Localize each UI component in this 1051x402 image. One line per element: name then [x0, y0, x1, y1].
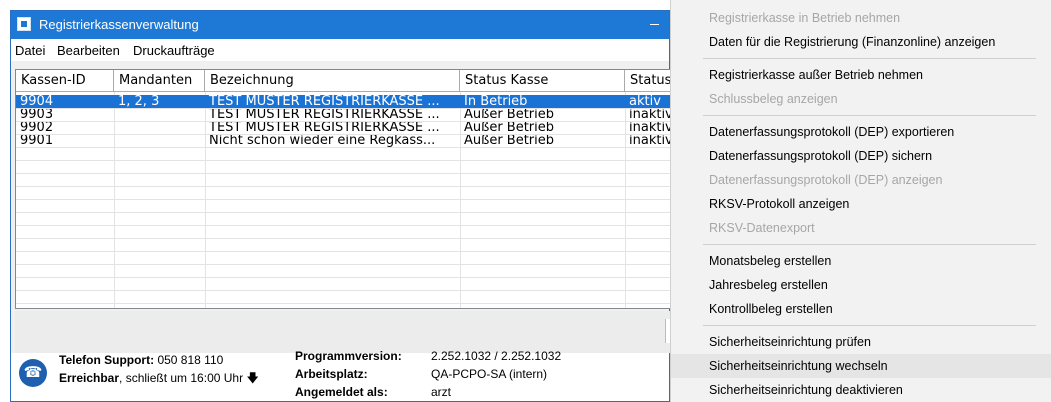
- table-cell[interactable]: inaktiv: [625, 121, 670, 134]
- table-cell[interactable]: 9901: [16, 134, 114, 147]
- row-gridline: [16, 186, 670, 187]
- menu-item[interactable]: Monatsbeleg erstellen: [671, 249, 1051, 273]
- menu-item: Schlussbeleg anzeigen: [709, 92, 838, 106]
- col-header-status-kasse[interactable]: Status Kasse: [460, 70, 625, 92]
- menu-item[interactable]: Jahresbeleg erstellen: [671, 273, 1051, 297]
- table-cell[interactable]: TEST MUSTER REGISTRIERKASSE ...: [205, 121, 460, 134]
- phone-label: Telefon Support:: [59, 353, 155, 367]
- menu-item[interactable]: Daten für die Registrierung (Finanzonlin…: [671, 30, 1051, 54]
- menu-datei[interactable]: Datei: [15, 43, 45, 58]
- table-cell[interactable]: Außer Betrieb: [460, 121, 625, 134]
- menu-item: Datenerfassungsprotokoll (DEP) anzeigen: [709, 173, 943, 187]
- table-cell[interactable]: aktiv: [625, 95, 670, 108]
- menu-item[interactable]: Sicherheitseinrichtung wechseln: [671, 354, 1051, 378]
- row-gridline: [16, 264, 670, 265]
- table-cell[interactable]: Nicht schon wieder eine Regkass...: [205, 134, 460, 147]
- table-cell[interactable]: Außer Betrieb: [460, 108, 625, 121]
- table-cell[interactable]: 9903: [16, 108, 114, 121]
- table-cell[interactable]: inaktiv: [625, 134, 670, 147]
- button-panel: [15, 311, 674, 353]
- menu-item[interactable]: Datenerfassungsprotokoll (DEP) exportier…: [671, 120, 1051, 144]
- support-phone-icon[interactable]: ☎: [19, 359, 47, 387]
- menu-separator: [703, 58, 1036, 59]
- workstation-value: QA-PCPO-SA (intern): [431, 367, 548, 381]
- menu-item[interactable]: Kontrollbeleg erstellen: [671, 297, 1051, 321]
- table-cell[interactable]: [114, 108, 205, 121]
- table-cell[interactable]: 1, 2, 3: [114, 95, 205, 108]
- title-bar[interactable]: Registrierkassenverwaltung: [11, 11, 669, 39]
- menu-item[interactable]: Sicherheitseinrichtung deaktivieren: [671, 378, 1051, 402]
- row-gridline: [16, 147, 670, 148]
- menu-item: Registrierkasse in Betrieb nehmen: [709, 11, 901, 25]
- phone-number: 050 818 110: [157, 353, 224, 367]
- col-header-bezeichnung[interactable]: Bezeichnung: [205, 70, 460, 92]
- arrow-down-icon[interactable]: 🡇: [246, 371, 258, 385]
- table-cell[interactable]: [114, 121, 205, 134]
- menu-item[interactable]: Sicherheitseinrichtung prüfen: [671, 330, 1051, 354]
- table-cell[interactable]: [114, 134, 205, 147]
- table-cell[interactable]: 9902: [16, 121, 114, 134]
- kassen-table[interactable]: Kassen-ID Mandanten Bezeichnung Status K…: [15, 69, 671, 309]
- main-window: Registrierkassenverwaltung Datei Bearbei…: [10, 10, 674, 402]
- row-gridline: [16, 160, 670, 161]
- row-gridline: [16, 121, 670, 122]
- workstation-label: Arbeitsplatz:: [295, 367, 368, 381]
- menu-separator: [703, 115, 1036, 116]
- row-gridline: [16, 199, 670, 200]
- row-gridline: [16, 173, 670, 174]
- menu-druckauftraege[interactable]: Druckaufträge: [133, 43, 215, 58]
- row-gridline: [16, 251, 670, 252]
- program-version-value: 2.252.1032 / 2.252.1032: [431, 349, 562, 363]
- menu-item: RKSV-Datenexport: [709, 221, 815, 235]
- status-bar: ☎ Telefon Support: 050 818 110 Erreichba…: [11, 349, 669, 401]
- window-title: Registrierkassenverwaltung: [39, 17, 199, 32]
- row-gridline: [16, 134, 670, 135]
- minimize-icon[interactable]: [650, 24, 659, 25]
- menu-bearbeiten[interactable]: Bearbeiten: [57, 43, 120, 58]
- row-gridline: [16, 225, 670, 226]
- menu-separator: [703, 325, 1036, 326]
- col-header-kassen-id[interactable]: Kassen-ID: [16, 70, 114, 92]
- app-icon: [17, 17, 31, 31]
- program-version-label: Programmversion:: [295, 349, 402, 363]
- context-menu: Registrierkasse in Betrieb nehmen Daten f…: [670, 0, 1051, 402]
- reachable-label: Erreichbar: [59, 371, 120, 385]
- table-cell[interactable]: TEST MUSTER REGISTRIERKASSE ...: [205, 108, 460, 121]
- menu-item[interactable]: Registrierkasse außer Betrieb nehmen: [671, 63, 1051, 87]
- row-gridline: [16, 290, 670, 291]
- table-cell[interactable]: TEST MUSTER REGISTRIERKASSE ...: [205, 95, 460, 108]
- reachable-text: , schließt um 16:00 Uhr: [119, 371, 244, 385]
- menu-bar: Datei Bearbeiten Druckaufträge: [11, 39, 669, 61]
- menu-separator: [703, 244, 1036, 245]
- menu-item[interactable]: RKSV-Protokoll anzeigen: [671, 192, 1051, 216]
- row-gridline: [16, 238, 670, 239]
- table-cell[interactable]: inaktiv: [625, 108, 670, 121]
- row-gridline: [16, 303, 670, 304]
- table-cell[interactable]: In Betrieb: [460, 95, 625, 108]
- row-gridline: [16, 212, 670, 213]
- table-cell[interactable]: 9904: [16, 95, 114, 108]
- logged-in-value: arzt: [431, 385, 452, 399]
- row-gridline: [16, 277, 670, 278]
- col-header-status[interactable]: Status: [625, 70, 670, 92]
- logged-in-label: Angemeldet als:: [295, 385, 388, 399]
- col-header-mandanten[interactable]: Mandanten: [114, 70, 205, 92]
- table-cell[interactable]: Außer Betrieb: [460, 134, 625, 147]
- menu-item[interactable]: Datenerfassungsprotokoll (DEP) sichern: [671, 144, 1051, 168]
- row-gridline: [16, 108, 670, 109]
